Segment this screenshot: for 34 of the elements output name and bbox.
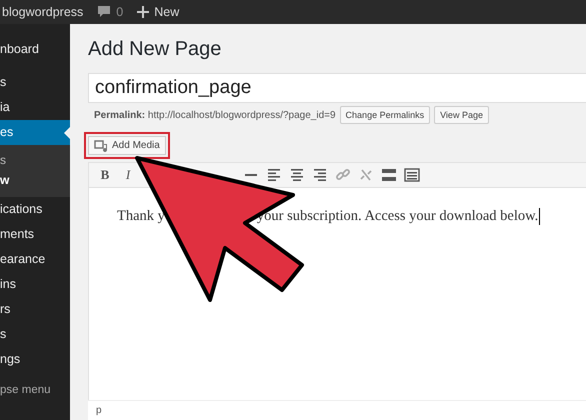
content-text: Thank y — [117, 208, 165, 225]
menu-item[interactable]: nboard — [0, 37, 70, 62]
menu-item[interactable]: s — [0, 322, 70, 347]
media-icon — [94, 140, 108, 152]
permalink-text: Permalink: http://localhost/blogwordpress/?page_id=9 — [94, 110, 336, 120]
menu-item[interactable]: ments — [0, 222, 70, 247]
align-right-icon[interactable] — [312, 168, 328, 182]
bold-button[interactable]: B — [97, 167, 113, 183]
comment-count: 0 — [116, 5, 124, 19]
plus-icon[interactable] — [137, 6, 150, 18]
menu-item[interactable]: earance — [0, 247, 70, 272]
permalink-button[interactable]: View Page — [434, 106, 489, 124]
element-path: p — [96, 405, 102, 416]
menu-item[interactable]: es — [0, 120, 70, 145]
collapse-menu-link[interactable]: pse menu — [0, 384, 70, 396]
menu-item[interactable]: ia — [0, 95, 70, 120]
site-name-link[interactable]: blogwordpress — [2, 5, 84, 19]
submenu-item[interactable]: w — [0, 170, 70, 190]
menu-item[interactable]: rs — [0, 297, 70, 322]
align-left-icon[interactable] — [266, 168, 282, 182]
page-heading: Add New Page — [88, 38, 222, 62]
menu-item[interactable]: ins — [0, 272, 70, 297]
italic-button[interactable]: I — [120, 167, 136, 183]
add-media-button[interactable]: Add Media — [88, 136, 166, 155]
text-cursor — [539, 208, 540, 225]
submenu-item[interactable]: s — [0, 150, 70, 170]
menu-item[interactable]: ications — [0, 197, 70, 222]
permalink-button[interactable]: Change Permalinks — [340, 106, 430, 124]
menu-item[interactable]: s — [0, 70, 70, 95]
menu-item[interactable]: ngs — [0, 347, 70, 372]
align-center-icon[interactable] — [289, 168, 305, 182]
title-field[interactable]: confirmation_page — [88, 73, 586, 103]
new-link[interactable]: New — [154, 5, 180, 19]
comment-icon[interactable] — [97, 5, 112, 19]
